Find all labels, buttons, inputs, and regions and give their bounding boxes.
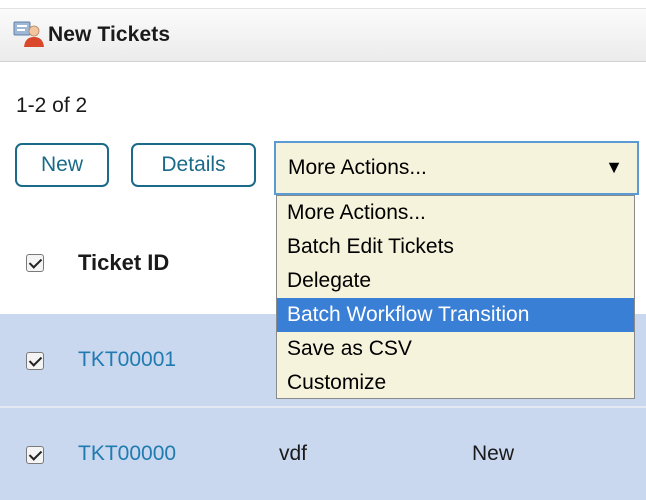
more-actions-dropdown: More Actions... Batch Edit Tickets Deleg… bbox=[276, 195, 635, 399]
ticket-id-link[interactable]: TKT00001 bbox=[78, 348, 176, 372]
select-all-checkbox[interactable] bbox=[26, 254, 44, 272]
ticket-cell: vdf bbox=[279, 442, 308, 465]
menu-item-more-actions[interactable]: More Actions... bbox=[277, 196, 634, 230]
row-checkbox[interactable] bbox=[26, 352, 44, 370]
menu-item-delegate[interactable]: Delegate bbox=[277, 264, 634, 298]
menu-item-customize[interactable]: Customize bbox=[277, 366, 634, 400]
tickets-user-icon bbox=[13, 21, 44, 47]
menu-item-save-as-csv[interactable]: Save as CSV bbox=[277, 332, 634, 366]
record-count: 1-2 of 2 bbox=[16, 94, 88, 117]
panel-header: New Tickets bbox=[0, 8, 646, 62]
column-header-ticket-id: Ticket ID bbox=[78, 250, 170, 275]
menu-item-batch-workflow-transition[interactable]: Batch Workflow Transition bbox=[277, 298, 634, 332]
panel-title: New Tickets bbox=[48, 23, 171, 46]
ticket-id-link[interactable]: TKT00000 bbox=[78, 442, 176, 466]
details-button[interactable]: Details bbox=[131, 143, 256, 187]
more-actions-selected-label: More Actions... bbox=[288, 156, 427, 179]
triangle-down-icon: ▼ bbox=[605, 157, 623, 177]
more-actions-select[interactable]: More Actions... ▼ bbox=[274, 141, 639, 195]
menu-item-batch-edit-tickets[interactable]: Batch Edit Tickets bbox=[277, 230, 634, 264]
new-button[interactable]: New bbox=[15, 143, 109, 187]
ticket-status: New bbox=[472, 442, 515, 465]
table-row[interactable]: TKT00000 vdf New bbox=[0, 408, 646, 500]
row-checkbox[interactable] bbox=[26, 446, 44, 464]
